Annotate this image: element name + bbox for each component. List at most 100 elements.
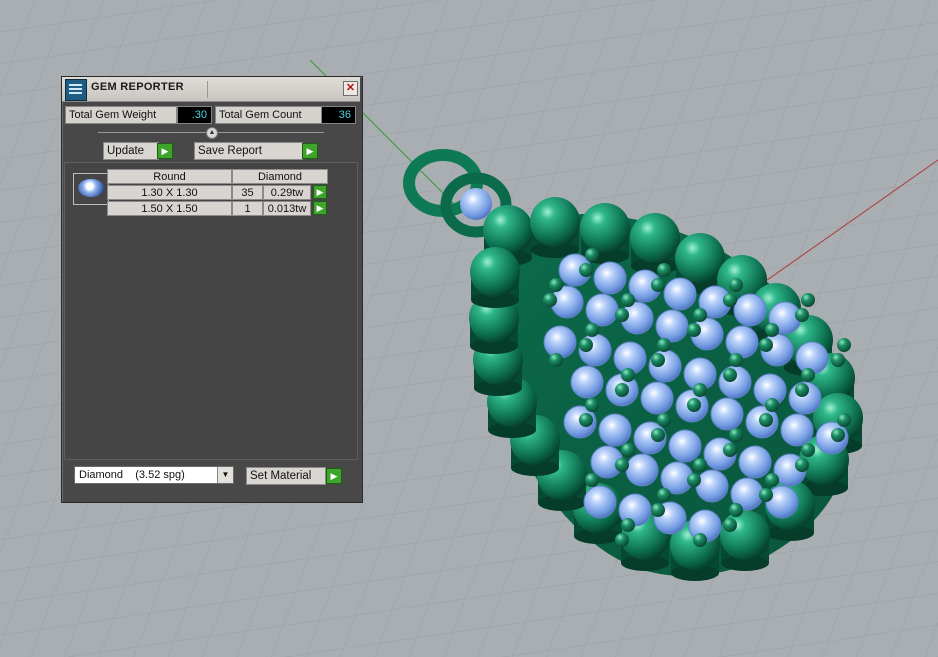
diamond: [640, 381, 674, 415]
title-bar[interactable]: GEM REPORTER ✕: [62, 77, 360, 102]
prong-bead: [651, 353, 665, 367]
diamond: [543, 325, 577, 359]
prong-bead: [765, 323, 779, 337]
diamond: [585, 293, 619, 327]
diamond: [695, 469, 729, 503]
prong-bead: [765, 398, 779, 412]
prong-bead: [621, 443, 635, 457]
row-weight: 0.29tw: [263, 185, 311, 200]
prong-bead: [543, 293, 557, 307]
gem-list: Round Diamond 1.30 X 1.30 35 0.29tw ▶ 1.…: [64, 162, 358, 460]
prong-bead: [693, 308, 707, 322]
prong-bead: [657, 413, 671, 427]
material-select[interactable]: Diamond (3.52 spg) ▼: [74, 466, 234, 484]
save-report-button-label: Save Report: [198, 145, 262, 157]
prong-bead: [729, 278, 743, 292]
prong-bead: [657, 338, 671, 352]
total-gem-weight-value: .30: [177, 106, 212, 124]
row-count: 35: [232, 185, 263, 200]
prong-bead: [585, 323, 599, 337]
total-gem-count-label: Total Gem Count: [215, 106, 322, 124]
header-shape: Round: [107, 169, 232, 184]
diamond: [795, 341, 829, 375]
close-icon[interactable]: ✕: [343, 81, 358, 96]
prong-bead: [723, 518, 737, 532]
diamond: [725, 325, 759, 359]
prong-bead: [687, 323, 701, 337]
prong-bead: [651, 503, 665, 517]
set-material-button-label: Set Material: [250, 470, 312, 482]
diamond: [583, 485, 617, 519]
gem-reporter-panel: GEM REPORTER ✕ Total Gem Weight .30 Tota…: [61, 76, 363, 503]
prong-bead: [651, 428, 665, 442]
prong-bead: [801, 368, 815, 382]
row-size: 1.30 X 1.30: [107, 185, 232, 200]
prong-bead: [729, 503, 743, 517]
gem-reporter-icon: [65, 79, 87, 101]
total-gem-weight-label: Total Gem Weight: [65, 106, 177, 124]
diamond: [570, 365, 604, 399]
row-size: 1.50 X 1.50: [107, 201, 232, 216]
diamond: [733, 293, 767, 327]
diamond: [625, 453, 659, 487]
save-report-arrow-icon[interactable]: ▶: [302, 143, 318, 159]
prong-bead: [579, 263, 593, 277]
update-button[interactable]: Update: [103, 142, 159, 160]
set-material-button[interactable]: Set Material: [246, 467, 326, 485]
prong-bead: [795, 383, 809, 397]
prong-bead: [687, 398, 701, 412]
prong-bead: [621, 518, 635, 532]
prong-bead: [585, 248, 599, 262]
diamond: [710, 397, 744, 431]
row-count: 1: [232, 201, 263, 216]
prong-bead: [615, 383, 629, 397]
diamond: [593, 261, 627, 295]
diamond: [663, 277, 697, 311]
prong-bead: [837, 338, 851, 352]
prong-bead: [693, 533, 707, 547]
bead: [630, 213, 680, 263]
bail-gem: [460, 188, 492, 220]
update-arrow-icon[interactable]: ▶: [157, 143, 173, 159]
material-select-value: Diamond (3.52 spg): [79, 469, 185, 481]
prong-bead: [621, 368, 635, 382]
splitter-handle[interactable]: ▲: [206, 127, 218, 139]
prong-bead: [549, 278, 563, 292]
bead: [720, 510, 770, 560]
bead: [530, 197, 580, 247]
prong-bead: [693, 458, 707, 472]
prong-bead: [657, 263, 671, 277]
prong-bead: [585, 473, 599, 487]
prong-bead: [651, 278, 665, 292]
prong-bead: [795, 458, 809, 472]
prong-bead: [585, 398, 599, 412]
prong-bead: [615, 533, 629, 547]
total-gem-count-value: 36: [321, 106, 356, 124]
row-select-arrow-icon[interactable]: ▶: [313, 201, 327, 215]
prong-bead: [549, 353, 563, 367]
diamond: [655, 309, 689, 343]
prong-bead: [693, 383, 707, 397]
title-divider: [207, 81, 208, 98]
prong-bead: [759, 413, 773, 427]
set-material-arrow-icon[interactable]: ▶: [326, 468, 342, 484]
save-report-button[interactable]: Save Report: [194, 142, 303, 160]
bead: [580, 203, 630, 253]
prong-bead: [729, 353, 743, 367]
chevron-down-icon[interactable]: ▼: [217, 467, 233, 483]
prong-bead: [723, 368, 737, 382]
prong-bead: [579, 413, 593, 427]
round-gem-icon[interactable]: [73, 173, 109, 205]
bead: [470, 247, 520, 297]
diamond: [668, 429, 702, 463]
prong-bead: [729, 428, 743, 442]
update-button-label: Update: [107, 145, 145, 157]
prong-bead: [579, 338, 593, 352]
row-select-arrow-icon[interactable]: ▶: [313, 185, 327, 199]
prong-bead: [837, 413, 851, 427]
prong-bead: [723, 293, 737, 307]
prong-bead: [831, 353, 845, 367]
prong-bead: [795, 308, 809, 322]
prong-bead: [801, 443, 815, 457]
diamond: [598, 413, 632, 447]
